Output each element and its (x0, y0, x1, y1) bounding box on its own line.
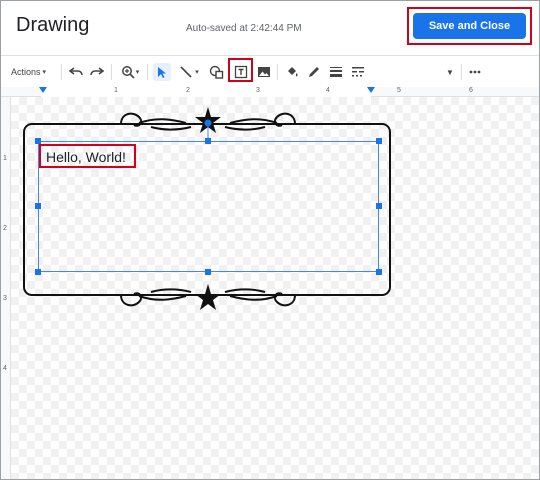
rotate-handle (204, 119, 212, 127)
drawing-dialog: Drawing Auto-saved at 2:42:44 PM Save an… (0, 0, 540, 480)
text-highlight: Hello, World! (39, 144, 136, 168)
resize-handle-bottom-left[interactable] (35, 269, 41, 275)
resize-handle-bottom-right[interactable] (376, 269, 382, 275)
resize-handle-top-right[interactable] (376, 138, 382, 144)
resize-handle-top[interactable] (205, 138, 211, 144)
text-box-content[interactable]: Hello, World! (46, 149, 126, 165)
resize-handle-bottom[interactable] (205, 269, 211, 275)
resize-handle-left[interactable] (35, 203, 41, 209)
bottom-star-ornament (195, 284, 221, 310)
resize-handle-right[interactable] (376, 203, 382, 209)
